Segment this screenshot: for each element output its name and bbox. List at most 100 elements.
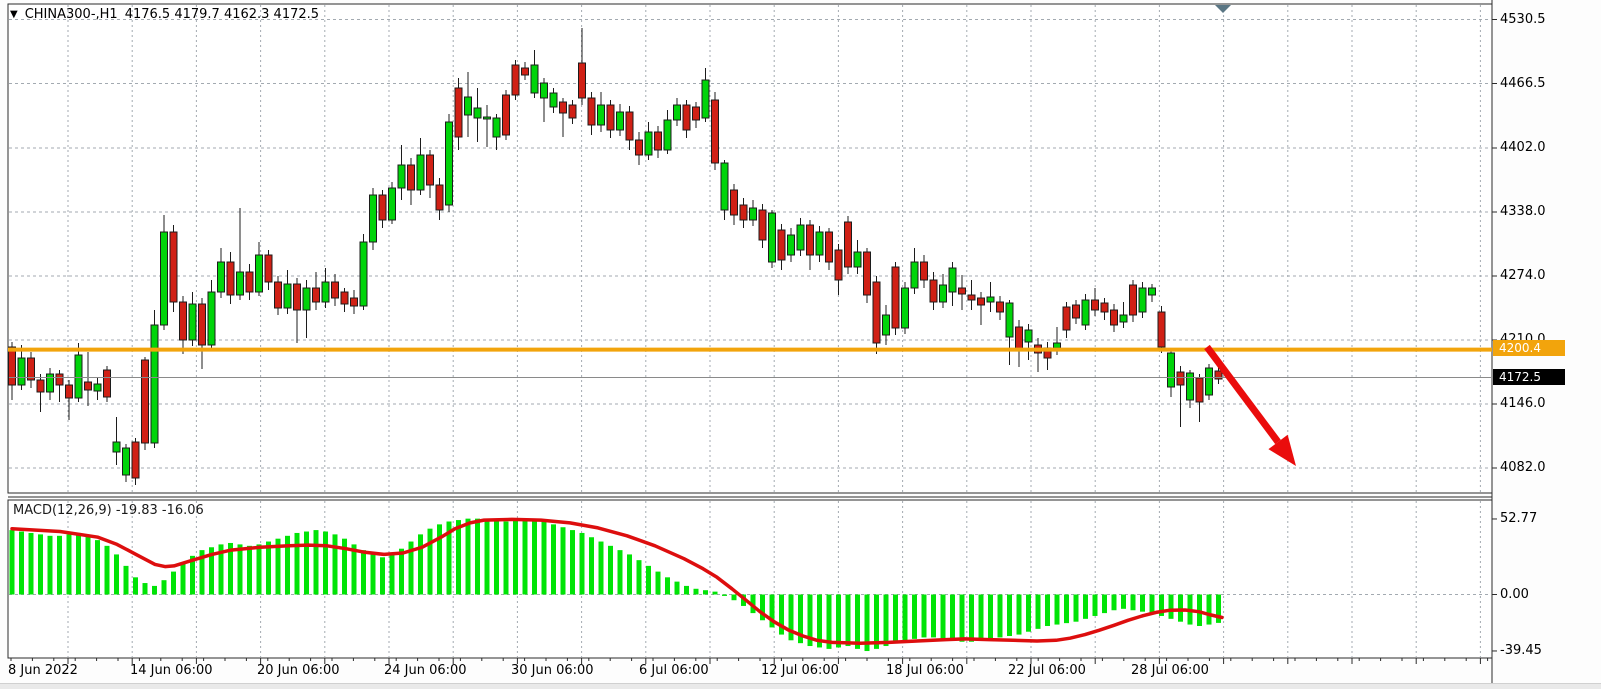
macd-axis-label: 52.77 — [1500, 511, 1537, 526]
macd-hist-bar — [1083, 595, 1088, 619]
candle-bull — [598, 105, 605, 125]
candle-bull — [256, 255, 263, 292]
candle-bull — [664, 120, 671, 150]
macd-hist-bar — [998, 595, 1003, 638]
candle-bear — [455, 88, 462, 137]
macd-hist-bar — [475, 519, 480, 595]
macd-hist-bar — [1112, 595, 1117, 611]
candle-bull — [389, 188, 396, 220]
time-axis-label: 18 Jul 06:00 — [886, 663, 964, 678]
candle-bear — [1063, 307, 1070, 330]
time-axis-label: 30 Jun 06:00 — [511, 663, 594, 678]
candle-bull — [474, 108, 481, 118]
time-axis-label: 28 Jul 06:00 — [1131, 663, 1209, 678]
candle-bull — [702, 80, 709, 118]
orange-level-badge: 4200.4 — [1493, 340, 1565, 356]
candle-bear — [683, 105, 690, 130]
macd-hist-bar — [371, 554, 376, 594]
candle-bear — [731, 190, 738, 215]
candle-bear — [1101, 303, 1108, 312]
macd-hist-bar — [675, 582, 680, 595]
chart-canvas[interactable] — [0, 0, 1601, 689]
macd-hist-bar — [238, 544, 243, 594]
macd-hist-bar — [105, 546, 110, 595]
macd-hist-bar — [1017, 595, 1022, 635]
macd-hist-bar — [171, 572, 176, 595]
candle-bear — [199, 304, 206, 345]
macd-hist-bar — [133, 577, 138, 594]
macd-hist-bar — [114, 554, 119, 594]
macd-hist-bar — [618, 550, 623, 594]
candle-bear — [921, 262, 928, 280]
candle-bull — [1054, 343, 1061, 348]
macd-hist-bar — [846, 595, 851, 647]
candle-bear — [332, 282, 339, 298]
macd-hist-bar — [694, 589, 699, 595]
time-axis-label: 14 Jun 06:00 — [130, 663, 213, 678]
candle-bull — [797, 225, 804, 250]
candle-bear — [56, 374, 63, 385]
candle-bull — [208, 292, 215, 345]
candle-bull — [303, 288, 310, 310]
macd-hist-bar — [1055, 595, 1060, 625]
macd-hist-bar — [314, 530, 319, 594]
macd-axis-label: 0.00 — [1500, 587, 1529, 602]
candle-bear — [1016, 327, 1023, 350]
candle-bear — [37, 380, 44, 392]
bottom-scrollbar-strip[interactable] — [0, 683, 1601, 689]
macd-hist-bar — [523, 519, 528, 595]
candle-bear — [1111, 310, 1118, 325]
candle-bear — [9, 347, 16, 385]
candle-bull — [18, 358, 25, 385]
macd-hist-bar — [380, 557, 385, 594]
candle-bear — [170, 232, 177, 302]
macd-hist-bar — [960, 595, 965, 642]
candle-bear — [132, 442, 139, 478]
macd-hist-bar — [646, 566, 651, 595]
candle-bear — [246, 272, 253, 292]
candle-bull — [1149, 288, 1156, 295]
macd-hist-bar — [713, 592, 718, 595]
price-axis-label: 4274.0 — [1500, 268, 1546, 283]
macd-hist-bar — [143, 583, 148, 594]
price-axis-label: 4146.0 — [1500, 396, 1546, 411]
candle-bull — [237, 272, 244, 295]
macd-hist-bar — [969, 595, 974, 642]
candle-bull — [769, 213, 776, 262]
macd-hist-bar — [266, 542, 271, 595]
macd-hist-bar — [855, 595, 860, 649]
macd-hist-bar — [570, 530, 575, 594]
macd-hist-bar — [466, 519, 471, 595]
macd-hist-bar — [29, 533, 34, 595]
macd-hist-bar — [941, 595, 946, 639]
price-panel[interactable] — [8, 4, 1492, 493]
candle-bear — [313, 288, 320, 302]
macd-hist-bar — [684, 586, 689, 595]
macd-hist-bar — [1074, 595, 1079, 622]
macd-hist-bar — [1045, 595, 1050, 626]
macd-hist-bar — [67, 534, 72, 594]
macd-hist-bar — [656, 572, 661, 595]
symbol-dropdown-icon[interactable]: ▼ — [10, 10, 18, 20]
time-axis-label: 20 Jun 06:00 — [257, 663, 340, 678]
candle-bull — [911, 262, 918, 288]
price-axis-label: 4466.5 — [1500, 76, 1546, 91]
time-axis-label: 22 Jul 06:00 — [1008, 663, 1086, 678]
macd-hist-bar — [561, 527, 566, 594]
candle-bull — [1139, 288, 1146, 312]
candle-bear — [142, 360, 149, 443]
macd-hist-bar — [1169, 595, 1174, 619]
macd-hist-bar — [76, 533, 81, 595]
candle-bull — [883, 315, 890, 335]
macd-hist-bar — [437, 524, 442, 594]
macd-hist-bar — [903, 595, 908, 641]
candle-bull — [721, 163, 728, 210]
candle-bull — [484, 117, 491, 119]
macd-hist-bar — [988, 595, 993, 639]
candle-bull — [493, 118, 500, 137]
macd-hist-bar — [722, 595, 727, 596]
macd-hist-bar — [884, 595, 889, 647]
macd-hist-bar — [665, 577, 670, 594]
candle-bull — [949, 268, 956, 292]
candle-bull — [617, 112, 624, 130]
